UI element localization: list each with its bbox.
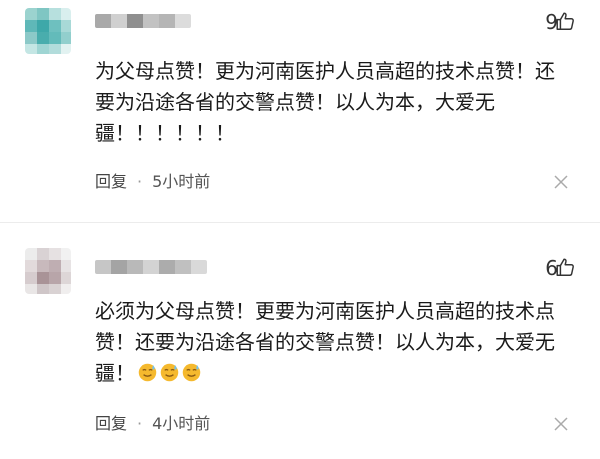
avatar[interactable] xyxy=(25,8,71,54)
sweat-emoji-icon xyxy=(182,363,201,382)
avatar[interactable] xyxy=(25,248,71,294)
separator: · xyxy=(137,414,143,433)
emoji-group xyxy=(137,362,202,383)
close-icon[interactable] xyxy=(554,175,568,189)
sweat-emoji-icon xyxy=(138,363,157,382)
comment-item: 6 必须为父母点赞！更要为河南医护人员高超的技术点赞！还要为沿途各省的交警点赞！… xyxy=(0,224,600,459)
username-blurred[interactable] xyxy=(95,260,207,274)
comment-meta: 回复 · 4小时前 xyxy=(95,414,210,434)
comment-time: 4小时前 xyxy=(152,414,211,433)
comment-text: 必须为父母点赞！更要为河南医护人员高超的技术点赞！还要为沿途各省的交警点赞！以人… xyxy=(95,296,565,389)
thumbs-up-icon[interactable] xyxy=(554,256,576,278)
divider xyxy=(0,222,600,223)
username-blurred[interactable] xyxy=(95,14,191,28)
close-icon[interactable] xyxy=(554,417,568,431)
comment-text: 为父母点赞！更为河南医护人员高超的技术点赞！还要为沿途各省的交警点赞！以人为本，… xyxy=(95,59,555,145)
comment-meta: 回复 · 5小时前 xyxy=(95,172,210,192)
comment-time: 5小时前 xyxy=(152,172,211,191)
thumbs-up-icon[interactable] xyxy=(554,10,576,32)
comment-item: 9 为父母点赞！更为河南医护人员高超的技术点赞！还要为沿途各省的交警点赞！以人为… xyxy=(0,0,600,224)
separator: · xyxy=(137,172,143,191)
reply-button[interactable]: 回复 xyxy=(95,414,127,433)
sweat-emoji-icon xyxy=(160,363,179,382)
reply-button[interactable]: 回复 xyxy=(95,172,127,191)
